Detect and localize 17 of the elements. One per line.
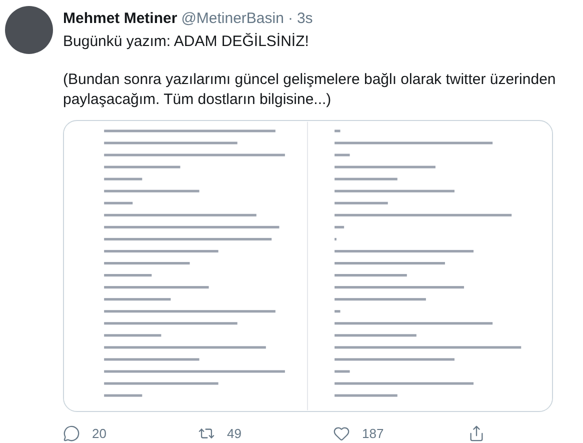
separator: ·	[288, 9, 293, 29]
retweet-button[interactable]: 49	[198, 424, 242, 443]
timestamp[interactable]: 3s	[296, 8, 313, 30]
heart-icon	[333, 424, 350, 442]
author-name[interactable]: Mehmet Metiner	[63, 8, 178, 30]
user-handle: @MetinerBasin	[181, 9, 284, 29]
action-count: 49	[227, 424, 242, 442]
action-count: 20	[92, 424, 106, 442]
share-icon	[468, 424, 485, 442]
tweet-text: (Bundan sonra yazılarımı güncel gelişmelere bağlı olarak twitter üzerinden paylaşacağım. Tüm dostların bilgisine...)	[63, 70, 557, 110]
tweet-text: Bugünkü yazım: ADAM DEĞİLSİNİZ!	[63, 32, 310, 52]
like-button[interactable]: 187	[333, 424, 384, 443]
avatar[interactable]	[5, 6, 53, 54]
action-count: 187	[362, 424, 384, 442]
share-button[interactable]	[468, 424, 485, 442]
reply-icon	[63, 424, 80, 442]
reply-button[interactable]: 20	[63, 424, 106, 443]
